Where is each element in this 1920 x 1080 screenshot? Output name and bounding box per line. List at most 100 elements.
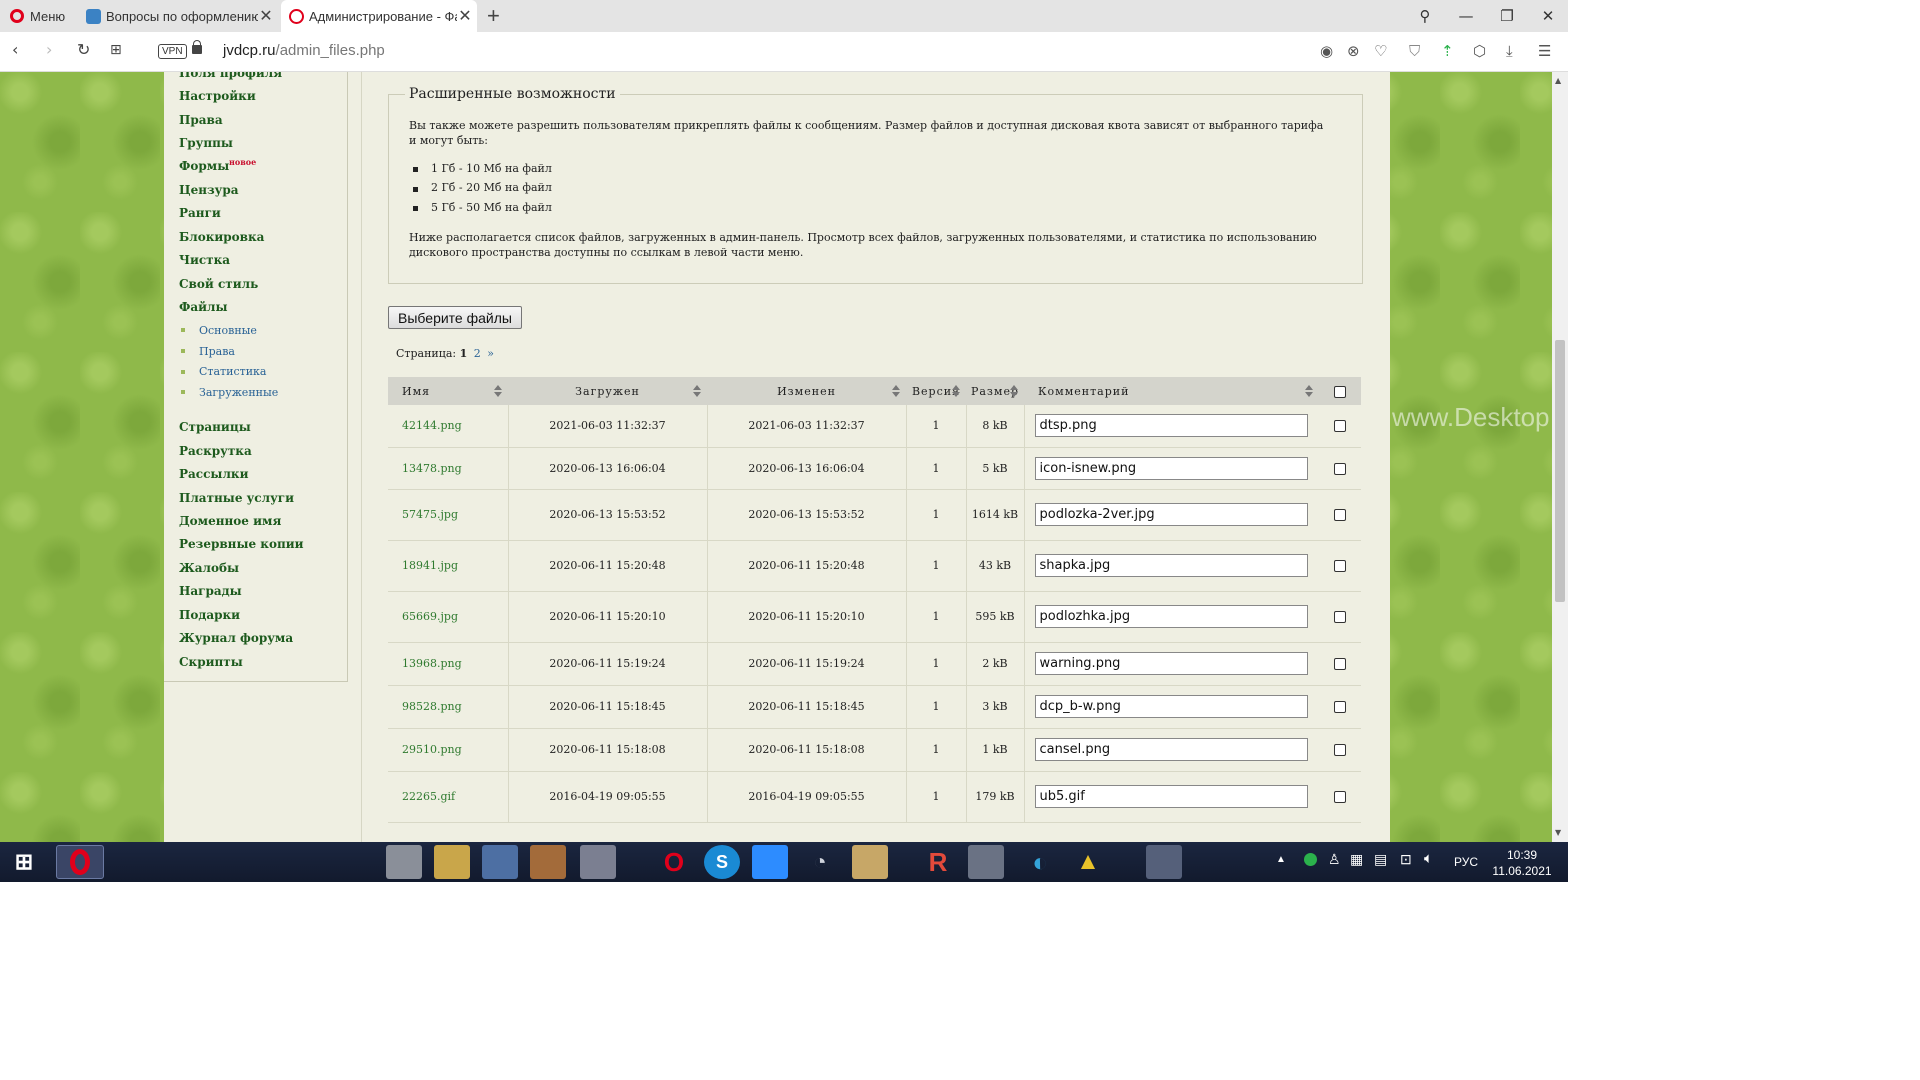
taskbar-gauge-icon[interactable]: ◔ <box>802 845 838 879</box>
col-header-uploaded[interactable]: Загружен <box>508 377 707 405</box>
file-name-link[interactable]: 65669.jpg <box>388 591 509 643</box>
choose-files-button[interactable]: Выберите файлы <box>388 306 522 329</box>
network-icon[interactable]: ⊡ <box>1400 851 1412 868</box>
sidebar-item-profile-fields[interactable]: Поля профиля <box>179 72 282 80</box>
download-icon[interactable]: ⤓ <box>1506 42 1513 60</box>
sidebar-subitem-main[interactable]: Основные <box>199 324 257 337</box>
sidebar-item-scripts[interactable]: Скрипты <box>179 655 243 669</box>
speed-dial-grid-icon[interactable]: ⊞ <box>110 42 122 58</box>
file-name-link[interactable]: 22265.gif <box>388 771 509 823</box>
sort-arrows-icon[interactable] <box>693 385 701 397</box>
sidebar-item-blocking[interactable]: Блокировка <box>179 230 264 244</box>
row-select-checkbox[interactable] <box>1334 420 1346 433</box>
col-header-name[interactable]: Имя <box>388 377 508 405</box>
taskbar-app-icon[interactable] <box>530 845 566 879</box>
opera-menu-button[interactable]: Меню <box>0 0 76 32</box>
minimize-window-icon[interactable]: — <box>1446 0 1486 32</box>
taskbar-skype-icon[interactable]: S <box>704 845 740 879</box>
heart-icon[interactable]: ♡ <box>1374 42 1387 60</box>
volume-icon[interactable]: 🔈︎ <box>1424 850 1433 867</box>
sort-arrows-icon[interactable] <box>952 385 960 397</box>
reload-icon[interactable]: ↻ <box>77 40 90 59</box>
tab-forum-questions[interactable]: Вопросы по оформлению ✕ <box>78 0 278 32</box>
sidebar-item-awards[interactable]: Награды <box>179 584 242 598</box>
sidebar-subitem-uploaded[interactable]: Загруженные <box>199 386 278 399</box>
pager-page-link[interactable]: 2 <box>474 347 481 360</box>
close-tab-icon[interactable]: ✕ <box>258 6 274 26</box>
taskbar-app-icon[interactable]: R <box>920 845 956 879</box>
taskbar-opera-icon[interactable] <box>56 845 104 879</box>
sidebar-item-ranks[interactable]: Ранги <box>179 206 221 220</box>
extensions-cube-icon[interactable]: ⬡ <box>1473 42 1486 60</box>
page-scrollbar[interactable]: ▲ ▼ <box>1552 72 1568 842</box>
col-header-modified[interactable]: Изменен <box>707 377 906 405</box>
taskbar-app-icon[interactable]: ▲ <box>1070 845 1106 879</box>
sidebar-item-promotion[interactable]: Раскрутка <box>179 444 252 458</box>
row-select-checkbox[interactable] <box>1334 611 1346 623</box>
scroll-up-arrow-icon[interactable]: ▲ <box>1555 76 1561 85</box>
sidebar-item-pages[interactable]: Страницы <box>179 420 251 434</box>
taskbar-clock[interactable]: 10:39 11.06.2021 <box>1488 847 1556 879</box>
taskbar-opera-gx-icon[interactable]: O <box>656 845 692 879</box>
sidebar-item-settings[interactable]: Настройки <box>179 89 256 103</box>
snapshot-camera-icon[interactable]: ◉ <box>1320 42 1333 60</box>
vpn-signal-icon[interactable]: ⇡ <box>1441 42 1454 60</box>
comment-input[interactable] <box>1034 554 1308 577</box>
sidebar-subitem-stats[interactable]: Статистика <box>199 365 267 378</box>
tray-app-icon[interactable]: ▤ <box>1374 851 1387 868</box>
file-name-link[interactable]: 29510.png <box>388 728 509 772</box>
comment-input[interactable] <box>1034 652 1308 675</box>
comment-input[interactable] <box>1034 456 1308 480</box>
file-name-link[interactable]: 42144.png <box>388 405 509 448</box>
col-header-size[interactable]: Размер <box>966 377 1024 405</box>
file-name-link[interactable]: 13478.png <box>388 447 509 490</box>
col-header-version[interactable]: Версия <box>906 377 966 405</box>
sidebar-item-gifts[interactable]: Подарки <box>179 608 240 622</box>
row-select-checkbox[interactable] <box>1334 509 1346 521</box>
row-select-checkbox[interactable] <box>1334 462 1346 475</box>
close-window-icon[interactable]: ✕ <box>1528 0 1568 32</box>
url-field[interactable]: jvdcp.ru/admin_files.php <box>223 42 385 59</box>
comment-input[interactable] <box>1034 605 1308 628</box>
taskbar-zoom-icon[interactable] <box>752 845 788 879</box>
sidebar-item-cleanup[interactable]: Чистка <box>179 253 230 267</box>
select-all-checkbox[interactable] <box>1334 385 1346 398</box>
sidebar-item-forum-log[interactable]: Журнал форума <box>179 631 293 645</box>
search-tabs-icon[interactable]: ⚲ <box>1405 0 1445 32</box>
col-header-select-all[interactable] <box>1319 377 1361 405</box>
sidebar-item-own-style[interactable]: Свой стиль <box>179 277 258 291</box>
file-name-link[interactable]: 98528.png <box>388 685 509 729</box>
sidebar-item-backups[interactable]: Резервные копии <box>179 537 304 551</box>
sidebar-item-files[interactable]: Файлы <box>179 300 228 314</box>
sort-arrows-icon[interactable] <box>1010 385 1018 397</box>
sidebar-item-domain[interactable]: Доменное имя <box>179 514 281 528</box>
comment-input[interactable] <box>1034 738 1308 761</box>
sort-arrows-icon[interactable] <box>494 385 502 397</box>
row-select-checkbox[interactable] <box>1334 658 1346 670</box>
taskbar-recycle-bin-icon[interactable] <box>1146 845 1182 879</box>
file-name-link[interactable]: 57475.jpg <box>388 489 509 541</box>
taskbar-app-icon[interactable] <box>968 845 1004 879</box>
comment-input[interactable] <box>1034 695 1308 718</box>
col-header-comment[interactable]: Комментарий <box>1024 377 1319 405</box>
sidebar-item-complaints[interactable]: Жалобы <box>179 561 239 575</box>
file-name-link[interactable]: 13968.png <box>388 642 509 686</box>
easy-setup-icon[interactable]: ☰ <box>1538 42 1551 60</box>
adblock-icon[interactable]: ⊗ <box>1347 42 1360 60</box>
sort-arrows-icon[interactable] <box>1305 385 1313 397</box>
show-hidden-icons-icon[interactable]: ▲ <box>1276 854 1286 865</box>
scroll-down-arrow-icon[interactable]: ▼ <box>1555 828 1561 837</box>
sidebar-item-rights[interactable]: Права <box>179 113 223 127</box>
lock-icon[interactable] <box>192 40 202 54</box>
close-tab-icon[interactable]: ✕ <box>457 6 473 26</box>
row-select-checkbox[interactable] <box>1334 791 1346 803</box>
comment-input[interactable] <box>1034 414 1308 438</box>
tab-admin-files[interactable]: Администрирование - Файлы ✕ <box>281 0 477 32</box>
sidebar-item-forms[interactable]: Формы <box>179 159 229 173</box>
comment-input[interactable] <box>1034 785 1308 808</box>
restore-window-icon[interactable]: ❐ <box>1487 0 1527 32</box>
windows-start-icon[interactable]: ⊞ <box>6 845 42 879</box>
row-select-checkbox[interactable] <box>1334 560 1346 572</box>
row-select-checkbox[interactable] <box>1334 744 1346 756</box>
taskbar-folder-icon[interactable] <box>434 845 470 879</box>
